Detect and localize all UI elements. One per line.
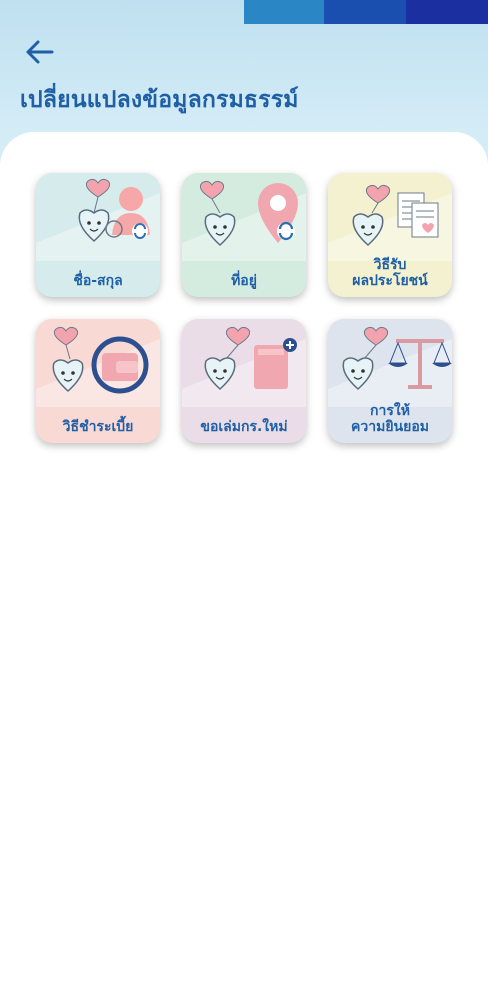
menu-tile-name[interactable]: ชื่อ-สกุล <box>36 173 160 297</box>
menu-tile-premium[interactable]: วิธีชำระเบี้ย <box>36 319 160 443</box>
menu-tile-label: ขอเล่มกร.ใหม่ <box>200 419 288 435</box>
book-add-icon <box>182 326 306 407</box>
stripe-segment <box>406 0 488 24</box>
menu-tile-label: วิธีรับ ผลประโยชน์ <box>352 257 428 289</box>
menu-tile-address[interactable]: ที่อยู่ <box>182 173 306 297</box>
scale-icon <box>328 326 452 407</box>
menu-tile-label: ที่อยู่ <box>231 273 257 289</box>
arrow-left-icon <box>26 40 54 64</box>
menu-tile-benefit[interactable]: วิธีรับ ผลประโยชน์ <box>328 173 452 297</box>
menu-tile-consent[interactable]: การให้ ความยินยอม <box>328 319 452 443</box>
menu-tile-new-policy-book[interactable]: ขอเล่มกร.ใหม่ <box>182 319 306 443</box>
person-sync-icon <box>36 178 160 261</box>
stripe-segment <box>244 0 324 24</box>
menu-grid: ชื่อ-สกุล ที่อยู่ วิธีรับ ผลประโยชน์ วิธ… <box>36 173 454 443</box>
back-button[interactable] <box>18 34 62 70</box>
menu-tile-label: วิธีชำระเบี้ย <box>62 419 134 435</box>
menu-tile-label: การให้ ความยินยอม <box>351 403 429 435</box>
stripe-segment <box>324 0 406 24</box>
location-pin-sync-icon <box>182 180 306 261</box>
menu-tile-label: ชื่อ-สกุล <box>73 273 123 289</box>
top-color-stripe <box>244 0 488 24</box>
document-transfer-icon <box>328 184 452 261</box>
page-title: เปลี่ยนแปลงข้อมูลกรมธรรม์ <box>20 87 299 113</box>
wallet-sync-icon <box>36 326 160 407</box>
